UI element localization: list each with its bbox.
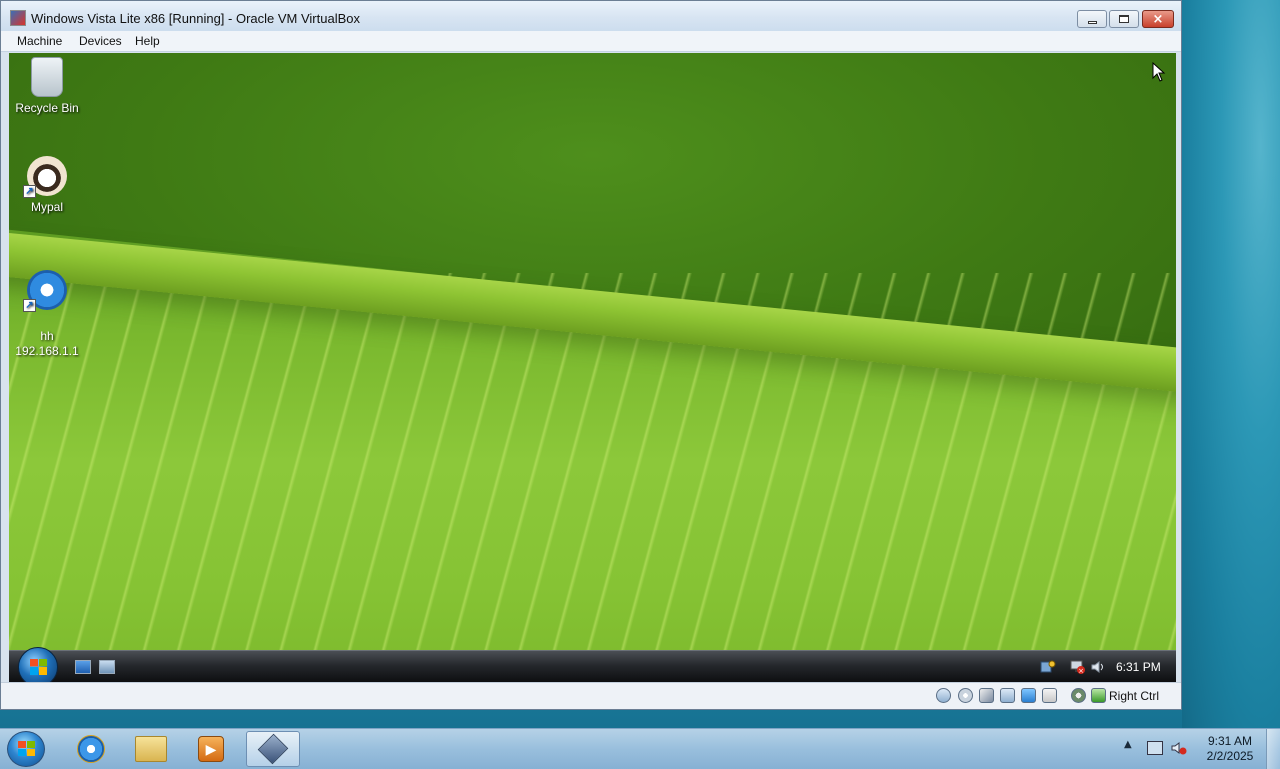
mouse-integration-icon[interactable] bbox=[1091, 688, 1106, 703]
host-taskbar: ▶ ▲ 9:31 AM 2/2/2025 bbox=[0, 728, 1280, 769]
guest-clock[interactable]: 6:31 PM bbox=[1116, 660, 1161, 674]
network-icon[interactable] bbox=[1147, 741, 1163, 755]
network-icon[interactable] bbox=[1000, 688, 1015, 703]
windows-logo-icon bbox=[18, 741, 35, 757]
shortcut-arrow-icon: ↗ bbox=[23, 185, 36, 198]
menu-help[interactable]: Help bbox=[135, 34, 160, 48]
switch-windows-icon[interactable] bbox=[99, 660, 115, 674]
show-desktop-button[interactable] bbox=[1266, 729, 1280, 769]
guest-display[interactable]: Recycle Bin ↗ Mypal ↗ hh 192.168.1.1 × 6… bbox=[9, 53, 1176, 682]
vbox-status-bar: Right Ctrl bbox=[1, 682, 1181, 709]
host-clock[interactable]: 9:31 AM 2/2/2025 bbox=[1200, 734, 1260, 764]
svg-text:×: × bbox=[1078, 667, 1084, 675]
taskbar-internet-explorer[interactable] bbox=[64, 731, 118, 767]
show-hidden-icons-icon[interactable]: ▲ bbox=[1124, 739, 1132, 750]
host-clock-time: 9:31 AM bbox=[1207, 734, 1253, 748]
menu-bar: Machine Devices Help bbox=[1, 31, 1181, 52]
menu-devices[interactable]: Devices bbox=[79, 34, 122, 48]
windows-update-icon[interactable] bbox=[1040, 659, 1056, 675]
audio-icon[interactable] bbox=[979, 688, 994, 703]
desktop-icon-label: hh 192.168.1.1 bbox=[15, 329, 79, 358]
desktop-icon-mypal[interactable]: ↗ Mypal bbox=[9, 156, 85, 214]
display-icon[interactable] bbox=[1042, 688, 1057, 703]
network-disconnected-icon[interactable]: × bbox=[1070, 659, 1086, 675]
file-explorer-icon bbox=[135, 736, 167, 762]
shared-folder-icon[interactable] bbox=[1021, 688, 1036, 703]
taskbar-media-player[interactable]: ▶ bbox=[184, 731, 238, 767]
optical-drive-icon[interactable] bbox=[958, 688, 973, 703]
volume-muted-icon[interactable] bbox=[1171, 741, 1187, 755]
guest-taskbar: × 6:31 PM bbox=[9, 647, 1176, 682]
virtualbox-window[interactable]: Windows Vista Lite x86 [Running] - Oracl… bbox=[0, 0, 1182, 710]
host-key-label[interactable]: Right Ctrl bbox=[1109, 689, 1159, 703]
internet-explorer-icon: ↗ bbox=[23, 270, 67, 312]
taskbar-virtualbox[interactable] bbox=[246, 731, 300, 767]
hard-disk-icon[interactable] bbox=[936, 688, 951, 703]
shortcut-arrow-icon: ↗ bbox=[23, 299, 36, 312]
virtualbox-app-icon bbox=[10, 10, 26, 26]
guest-start-button[interactable] bbox=[18, 647, 58, 682]
virtualbox-icon bbox=[257, 733, 289, 765]
volume-icon[interactable] bbox=[1090, 659, 1106, 675]
host-desktop-background bbox=[1182, 0, 1280, 728]
window-titlebar[interactable]: Windows Vista Lite x86 [Running] - Oracl… bbox=[1, 1, 1181, 35]
desktop-icon-recycle-bin[interactable]: Recycle Bin bbox=[9, 57, 85, 115]
desktop-icon-label: Recycle Bin bbox=[15, 101, 79, 115]
menu-machine[interactable]: Machine bbox=[17, 34, 62, 48]
media-player-icon: ▶ bbox=[198, 736, 224, 762]
minimize-icon bbox=[1087, 20, 1097, 24]
taskbar-file-explorer[interactable] bbox=[124, 731, 178, 767]
desktop-icon-hh[interactable]: ↗ hh 192.168.1.1 bbox=[9, 255, 85, 374]
maximize-icon bbox=[1119, 15, 1129, 23]
host-start-button[interactable] bbox=[7, 731, 45, 767]
mypal-raccoon-icon: ↗ bbox=[23, 156, 67, 198]
maximize-button[interactable] bbox=[1109, 10, 1139, 28]
close-button[interactable]: × bbox=[1142, 10, 1174, 28]
recycle-bin-icon bbox=[31, 57, 63, 97]
minimize-button[interactable] bbox=[1077, 10, 1107, 28]
window-title: Windows Vista Lite x86 [Running] - Oracl… bbox=[31, 11, 360, 26]
host-clock-date: 2/2/2025 bbox=[1206, 749, 1254, 763]
windows-logo-lower bbox=[30, 667, 47, 675]
show-desktop-icon[interactable] bbox=[75, 660, 91, 674]
desktop-icon-label: Mypal bbox=[30, 200, 63, 214]
mouse-pointer-icon bbox=[1152, 62, 1166, 82]
recording-icon[interactable] bbox=[1071, 688, 1086, 703]
close-icon: × bbox=[1152, 11, 1164, 27]
internet-explorer-icon bbox=[77, 735, 105, 763]
